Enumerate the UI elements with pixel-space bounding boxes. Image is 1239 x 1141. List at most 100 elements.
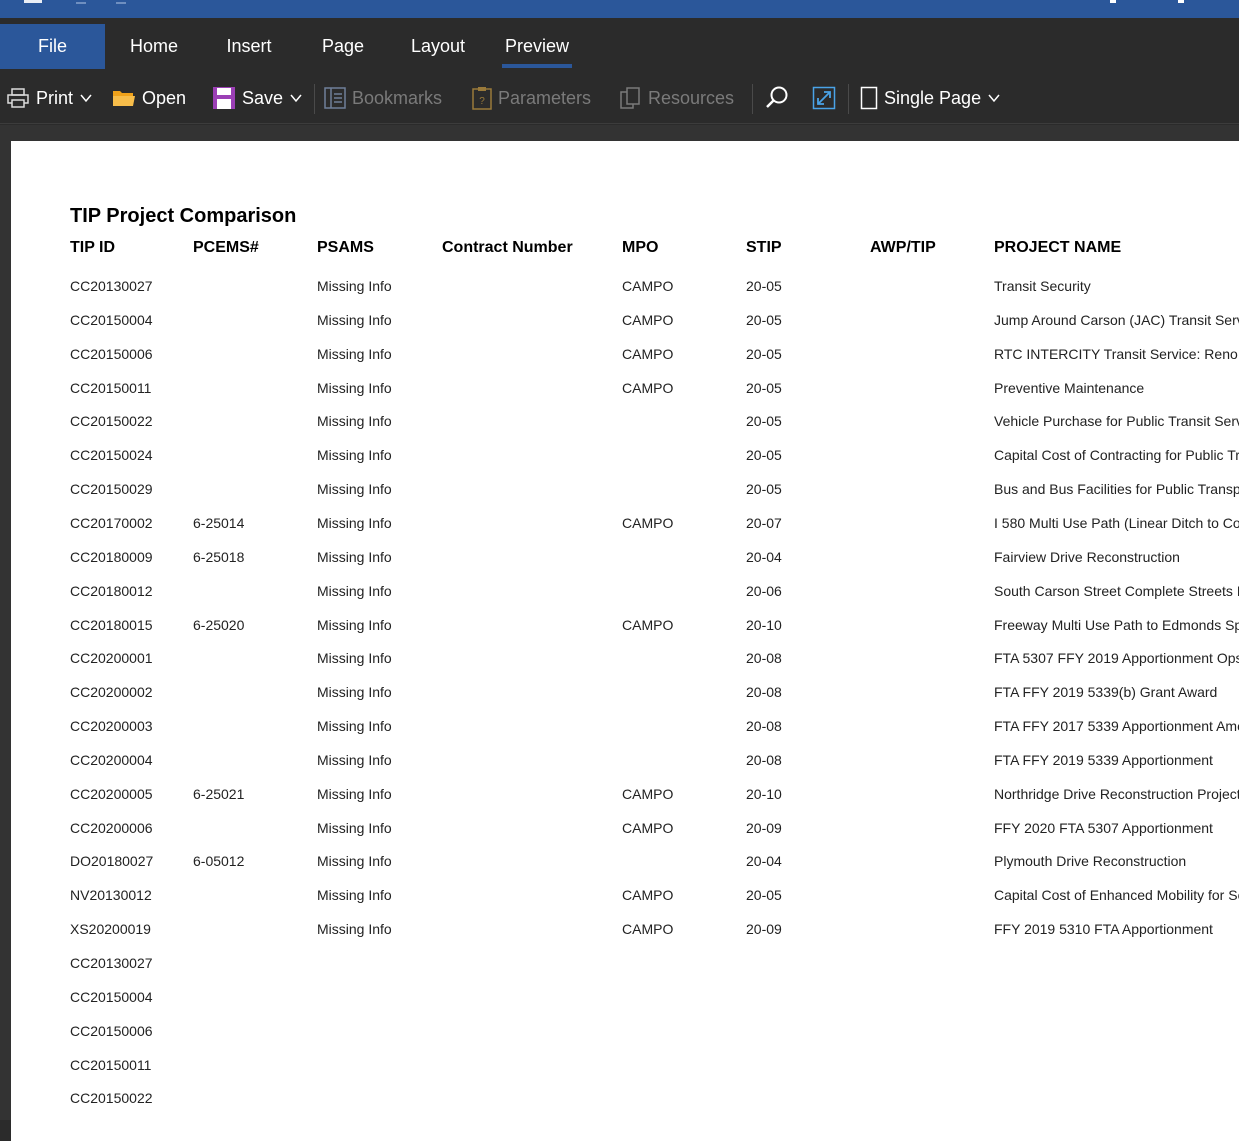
col-psams-cell: Missing Info — [317, 650, 392, 666]
col-tip-id-cell: CC20150011 — [70, 1057, 152, 1073]
tab-preview[interactable]: Preview — [502, 24, 572, 68]
view-mode-label: Single Page — [884, 87, 982, 108]
col-tip-id-cell: CC20180012 — [70, 583, 153, 599]
col-project-name-cell: I 580 Multi Use Path (Linear Ditch to Co — [994, 515, 1239, 531]
col-project-name-cell: Jump Around Carson (JAC) Transit Serv — [994, 312, 1239, 328]
col-stip-cell: 20-08 — [746, 718, 782, 734]
print-button[interactable]: Print — [6, 84, 93, 112]
col-psams-cell: Missing Info — [317, 583, 392, 599]
col-psams-cell: Missing Info — [317, 312, 392, 328]
bookmarks-label: Bookmarks — [352, 87, 443, 108]
parameters-icon: ? — [472, 87, 492, 110]
col-psams-cell: Missing Info — [317, 617, 392, 633]
tab-layout[interactable]: Layout — [400, 24, 476, 68]
col-project-name-cell: Vehicle Purchase for Public Transit Serv — [994, 413, 1239, 429]
col-mpo-cell: CAMPO — [622, 820, 674, 836]
col-project-name-cell: FFY 2020 FTA 5307 Apportionment — [994, 820, 1213, 836]
col-project-name-cell: Fairview Drive Reconstruction — [994, 549, 1180, 565]
save-button[interactable]: Save — [212, 84, 303, 112]
chevron-down-icon[interactable] — [289, 91, 303, 105]
resources-label: Resources — [648, 87, 735, 108]
report-page: TIP Project Comparison TIP ID PCEMS# PSAMS… — [11, 141, 1239, 1141]
col-tip-id-cell: CC20130027 — [70, 278, 153, 294]
col-pcems-cell: 6-25018 — [193, 549, 245, 565]
app-icon — [24, 0, 42, 3]
col-psams-cell: Missing Info — [317, 718, 392, 734]
col-project-name-cell: FTA FFY 2017 5339 Apportionment Ame — [994, 718, 1239, 734]
toolbar-divider — [752, 84, 753, 114]
col-project-name-cell: FFY 2019 5310 FTA Apportionment — [994, 921, 1213, 937]
col-tip-id-cell: CC20150029 — [70, 481, 153, 497]
col-stip-cell: 20-05 — [746, 380, 782, 396]
col-awp-tip-header: AWP/TIP — [870, 239, 936, 256]
col-stip-header: STIP — [746, 239, 782, 256]
col-stip-cell: 20-09 — [746, 820, 782, 836]
col-stip-cell: 20-10 — [746, 786, 782, 802]
col-mpo-header: MPO — [622, 239, 659, 256]
open-label: Open — [142, 87, 187, 108]
undo-icon[interactable] — [76, 0, 86, 4]
col-stip-cell: 20-05 — [746, 887, 782, 903]
col-psams-cell: Missing Info — [317, 684, 392, 700]
fullscreen-icon — [812, 86, 836, 110]
col-stip-cell: 20-08 — [746, 650, 782, 666]
svg-text:?: ? — [479, 96, 485, 107]
col-psams-cell: Missing Info — [317, 786, 392, 802]
col-psams-cell: Missing Info — [317, 346, 392, 362]
col-stip-cell: 20-10 — [746, 617, 782, 633]
single-page-icon — [860, 86, 878, 110]
tab-insert[interactable]: Insert — [214, 24, 284, 68]
col-project-name-cell: Freeway Multi Use Path to Edmonds Sp — [994, 617, 1239, 633]
report-title: TIP Project Comparison — [70, 205, 297, 227]
col-project-name-cell: RTC INTERCITY Transit Service: Reno — [994, 346, 1238, 362]
col-mpo-cell: CAMPO — [622, 617, 674, 633]
col-psams-cell: Missing Info — [317, 481, 392, 497]
redo-icon[interactable] — [116, 0, 126, 4]
col-tip-id-cell: XS20200019 — [70, 921, 151, 937]
col-tip-id-cell: DO20180027 — [70, 853, 154, 869]
parameters-button[interactable]: ? Parameters — [472, 84, 591, 112]
col-tip-id-cell: CC20150004 — [70, 312, 153, 328]
col-tip-id-cell: CC20200005 — [70, 786, 153, 802]
chevron-down-icon[interactable] — [987, 91, 1001, 105]
col-tip-id-cell: CC20200004 — [70, 752, 153, 768]
col-tip-id-cell: CC20200003 — [70, 718, 153, 734]
tab-file[interactable]: File — [0, 24, 105, 69]
col-psams-cell: Missing Info — [317, 447, 392, 463]
bookmarks-button[interactable]: Bookmarks — [324, 84, 442, 112]
col-project-name-cell: Northridge Drive Reconstruction Project — [994, 786, 1239, 802]
tab-page[interactable]: Page — [312, 24, 374, 68]
bookmarks-icon — [324, 87, 346, 109]
col-tip-id-cell: CC20150022 — [70, 413, 153, 429]
col-tip-id-header: TIP ID — [70, 239, 116, 256]
preview-workspace[interactable]: TIP Project Comparison TIP ID PCEMS# PSAMS… — [0, 125, 1239, 1141]
col-project-name-cell: FTA 5307 FFY 2019 Apportionment Ops — [994, 650, 1239, 666]
col-project-name-cell: FTA FFY 2019 5339 Apportionment — [994, 752, 1213, 768]
fullscreen-button[interactable] — [812, 84, 836, 112]
col-mpo-cell: CAMPO — [622, 380, 674, 396]
col-pcems-cell: 6-05012 — [193, 853, 245, 869]
search-icon — [766, 86, 788, 108]
col-stip-cell: 20-06 — [746, 583, 782, 599]
toolbar-divider — [314, 84, 315, 114]
col-psams-cell: Missing Info — [317, 413, 392, 429]
col-psams-cell: Missing Info — [317, 752, 392, 768]
view-mode-dropdown[interactable]: Single Page — [860, 84, 1001, 112]
tab-home[interactable]: Home — [118, 24, 190, 68]
col-tip-id-cell: CC20150006 — [70, 1023, 153, 1039]
search-button[interactable] — [764, 84, 790, 112]
col-stip-cell: 20-09 — [746, 921, 782, 937]
chevron-down-icon[interactable] — [79, 91, 93, 105]
open-button[interactable]: Open — [112, 84, 186, 112]
printer-icon — [7, 88, 29, 108]
col-psams-cell: Missing Info — [317, 887, 392, 903]
resources-button[interactable]: Resources — [620, 84, 734, 112]
col-mpo-cell: CAMPO — [622, 921, 674, 937]
col-psams-cell: Missing Info — [317, 380, 392, 396]
col-tip-id-cell: CC20130027 — [70, 955, 153, 971]
col-psams-header: PSAMS — [317, 239, 374, 256]
col-tip-id-cell: CC20200006 — [70, 820, 153, 836]
col-project-name-cell: South Carson Street Complete Streets I — [994, 583, 1239, 599]
col-psams-cell: Missing Info — [317, 820, 392, 836]
col-tip-id-cell: CC20150024 — [70, 447, 153, 463]
